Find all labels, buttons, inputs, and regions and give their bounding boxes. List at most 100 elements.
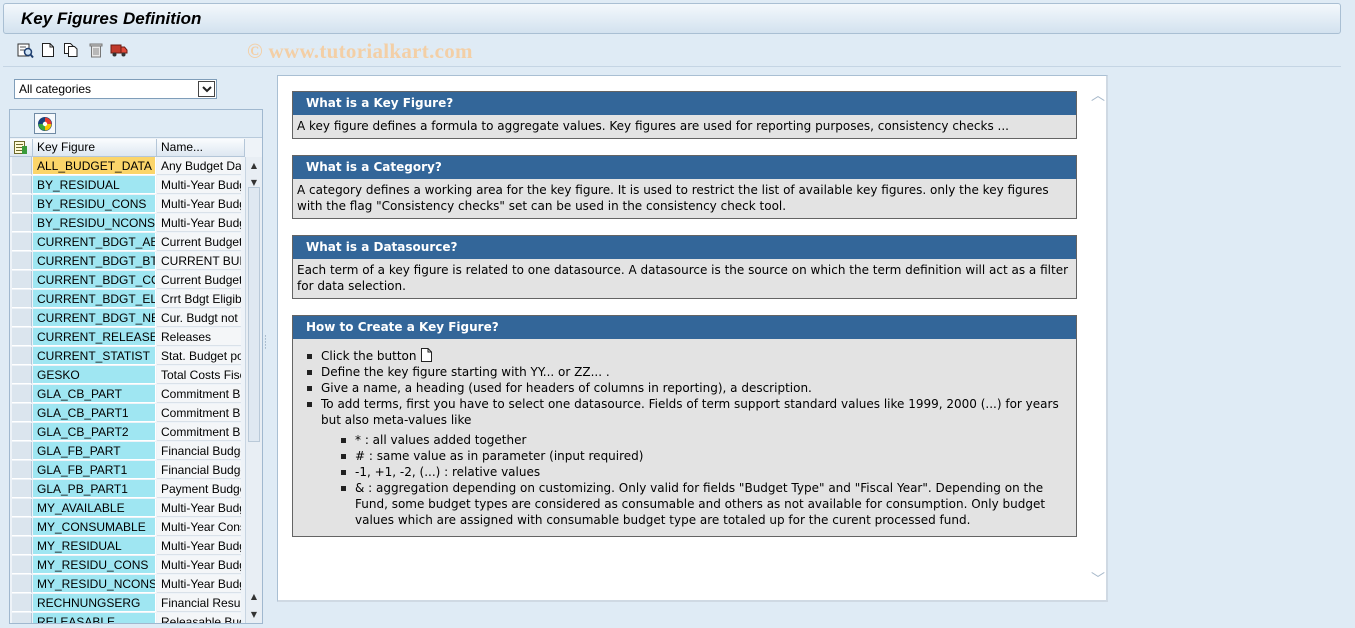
select-all-header[interactable] bbox=[10, 139, 33, 157]
help-scrollbar[interactable]: ︿ ﹀ bbox=[1091, 89, 1105, 588]
name-cell[interactable]: Financial Budget bbox=[157, 442, 241, 460]
table-row[interactable]: GLA_FB_PARTFinancial Budget bbox=[10, 442, 262, 461]
key-figure-cell[interactable]: CURRENT_BDGT_EL bbox=[33, 290, 156, 308]
row-selector[interactable] bbox=[12, 423, 32, 441]
row-selector[interactable] bbox=[12, 176, 32, 194]
row-selector[interactable] bbox=[12, 461, 32, 479]
row-selector[interactable] bbox=[12, 480, 32, 498]
name-cell[interactable]: CURRENT BUDGET bbox=[157, 252, 241, 270]
table-row[interactable]: CURRENT_BDGT_NE Cur. Budgt not bbox=[10, 309, 262, 328]
key-figure-cell[interactable]: RECHNUNGSERG bbox=[33, 594, 156, 612]
row-selector[interactable] bbox=[12, 575, 32, 593]
key-figure-cell[interactable]: BY_RESIDU_NCONS bbox=[33, 214, 156, 232]
name-cell[interactable]: Commitment Budget bbox=[157, 404, 241, 422]
name-cell[interactable]: Multi-Year Budget bbox=[157, 214, 241, 232]
name-cell[interactable]: Crrt Bdgt Eligible bbox=[157, 290, 241, 308]
scroll-down-icon[interactable]: ▼ bbox=[246, 606, 262, 622]
row-selector[interactable] bbox=[12, 537, 32, 555]
table-row[interactable]: BY_RESIDU_CONSMulti-Year Budget bbox=[10, 195, 262, 214]
key-figure-cell[interactable]: GLA_PB_PART1 bbox=[33, 480, 156, 498]
table-row[interactable]: MY_AVAILABLEMulti-Year Budget bbox=[10, 499, 262, 518]
scroll-up-icon[interactable]: ▲ bbox=[246, 588, 262, 604]
column-header-name[interactable]: Name... bbox=[157, 139, 245, 157]
legend-button[interactable] bbox=[34, 113, 56, 134]
name-cell[interactable]: Total Costs Fiscal bbox=[157, 366, 241, 384]
column-header-key-figure[interactable]: Key Figure bbox=[33, 139, 157, 157]
name-cell[interactable]: Cur. Budgt not bbox=[157, 309, 241, 327]
table-row[interactable]: MY_RESIDU_NCONSMulti-Year Budget bbox=[10, 575, 262, 594]
key-figure-cell[interactable]: BY_RESIDUAL bbox=[33, 176, 156, 194]
name-cell[interactable]: Financial Budget bbox=[157, 461, 241, 479]
table-row[interactable]: MY_CONSUMABLE Multi-Year Cons bbox=[10, 518, 262, 537]
table-row[interactable]: GLA_CB_PARTCommitment Budget bbox=[10, 385, 262, 404]
name-cell[interactable]: Current Budget bbox=[157, 233, 241, 251]
table-row[interactable]: RELEASABLEReleasable Budget bbox=[10, 613, 262, 623]
key-figure-cell[interactable]: CURRENT_RELEASE bbox=[33, 328, 156, 346]
table-row[interactable]: BY_RESIDUALMulti-Year Budget bbox=[10, 176, 262, 195]
row-selector[interactable] bbox=[12, 518, 32, 536]
name-cell[interactable]: Current Budget bbox=[157, 271, 241, 289]
name-cell[interactable]: Multi-Year Cons bbox=[157, 518, 241, 536]
row-selector[interactable] bbox=[12, 271, 32, 289]
scroll-up-icon[interactable]: ▲ bbox=[246, 157, 262, 173]
chevron-up-icon[interactable]: ︿ bbox=[1091, 89, 1105, 103]
row-selector[interactable] bbox=[12, 594, 32, 612]
transport-button[interactable] bbox=[109, 40, 129, 60]
row-selector[interactable] bbox=[12, 214, 32, 232]
name-cell[interactable]: Multi-Year Budget bbox=[157, 537, 241, 555]
key-figure-cell[interactable]: MY_CONSUMABLE bbox=[33, 518, 156, 536]
category-select[interactable]: All categories bbox=[14, 79, 217, 99]
table-row[interactable]: GESKOTotal Costs Fiscal bbox=[10, 366, 262, 385]
key-figure-cell[interactable]: RELEASABLE bbox=[33, 613, 156, 623]
key-figure-cell[interactable]: CURRENT_BDGT_NE bbox=[33, 309, 156, 327]
table-row[interactable]: BY_RESIDU_NCONSMulti-Year Budget bbox=[10, 214, 262, 233]
name-cell[interactable]: Multi-Year Budget bbox=[157, 556, 241, 574]
row-selector[interactable] bbox=[12, 499, 32, 517]
key-figure-cell[interactable]: GLA_FB_PART1 bbox=[33, 461, 156, 479]
name-cell[interactable]: Commitment Budget bbox=[157, 385, 241, 403]
chevron-down-icon[interactable]: ﹀ bbox=[1091, 573, 1105, 587]
name-cell[interactable]: Multi-Year Budget bbox=[157, 176, 241, 194]
row-selector[interactable] bbox=[12, 366, 32, 384]
table-row[interactable]: GLA_CB_PART2Commitment Budget bbox=[10, 423, 262, 442]
table-row[interactable]: GLA_PB_PART1 Payment Budget bbox=[10, 480, 262, 499]
create-button[interactable] bbox=[38, 40, 58, 60]
name-cell[interactable]: Multi-Year Budget bbox=[157, 575, 241, 593]
name-cell[interactable]: Multi-Year Budget bbox=[157, 195, 241, 213]
row-selector[interactable] bbox=[12, 290, 32, 308]
key-figure-cell[interactable]: MY_RESIDUAL bbox=[33, 537, 156, 555]
table-row[interactable]: CURRENT_BDGT_ELCrrt Bdgt Eligible bbox=[10, 290, 262, 309]
name-cell[interactable]: Stat. Budget pos bbox=[157, 347, 241, 365]
row-selector[interactable] bbox=[12, 157, 32, 175]
key-figure-cell[interactable]: GESKO bbox=[33, 366, 156, 384]
key-figure-cell[interactable]: CURRENT_BDGT_AB bbox=[33, 233, 156, 251]
key-figure-cell[interactable]: MY_RESIDU_CONS bbox=[33, 556, 156, 574]
key-figure-cell[interactable]: MY_RESIDU_NCONS bbox=[33, 575, 156, 593]
row-selector[interactable] bbox=[12, 252, 32, 270]
key-figure-cell[interactable]: CURRENT_BDGT_BT bbox=[33, 252, 156, 270]
scrollbar-thumb[interactable] bbox=[248, 187, 260, 442]
key-figure-cell[interactable]: GLA_CB_PART bbox=[33, 385, 156, 403]
row-selector[interactable] bbox=[12, 385, 32, 403]
key-figure-cell[interactable]: MY_AVAILABLE bbox=[33, 499, 156, 517]
chevron-down-icon[interactable] bbox=[198, 81, 215, 97]
table-row[interactable]: CURRENT_BDGT_BTCURRENT BUDGET bbox=[10, 252, 262, 271]
key-figure-cell[interactable]: CURRENT_BDGT_CO bbox=[33, 271, 156, 289]
name-cell[interactable]: Commitment Budget bbox=[157, 423, 241, 441]
table-row[interactable]: CURRENT_STATIST Stat. Budget pos bbox=[10, 347, 262, 366]
key-figure-cell[interactable]: CURRENT_STATIST bbox=[33, 347, 156, 365]
table-row[interactable]: CURRENT_BDGT_CO Current Budget bbox=[10, 271, 262, 290]
row-selector[interactable] bbox=[12, 347, 32, 365]
grid-scrollbar[interactable]: ▲ ▼ ▲ ▼ bbox=[245, 157, 262, 623]
name-cell[interactable]: Releasable Budget bbox=[157, 613, 241, 623]
name-cell[interactable]: Multi-Year Budget bbox=[157, 499, 241, 517]
table-row[interactable]: CURRENT_RELEASE Releases bbox=[10, 328, 262, 347]
name-cell[interactable]: Payment Budget bbox=[157, 480, 241, 498]
name-cell[interactable]: Releases bbox=[157, 328, 241, 346]
display-button[interactable] bbox=[15, 40, 35, 60]
key-figure-cell[interactable]: ALL_BUDGET_DATA bbox=[33, 157, 156, 175]
row-selector[interactable] bbox=[12, 613, 32, 623]
panel-splitter[interactable]: · · · · · bbox=[264, 72, 272, 624]
name-cell[interactable]: Any Budget Data bbox=[157, 157, 241, 175]
name-cell[interactable]: Financial Result bbox=[157, 594, 241, 612]
